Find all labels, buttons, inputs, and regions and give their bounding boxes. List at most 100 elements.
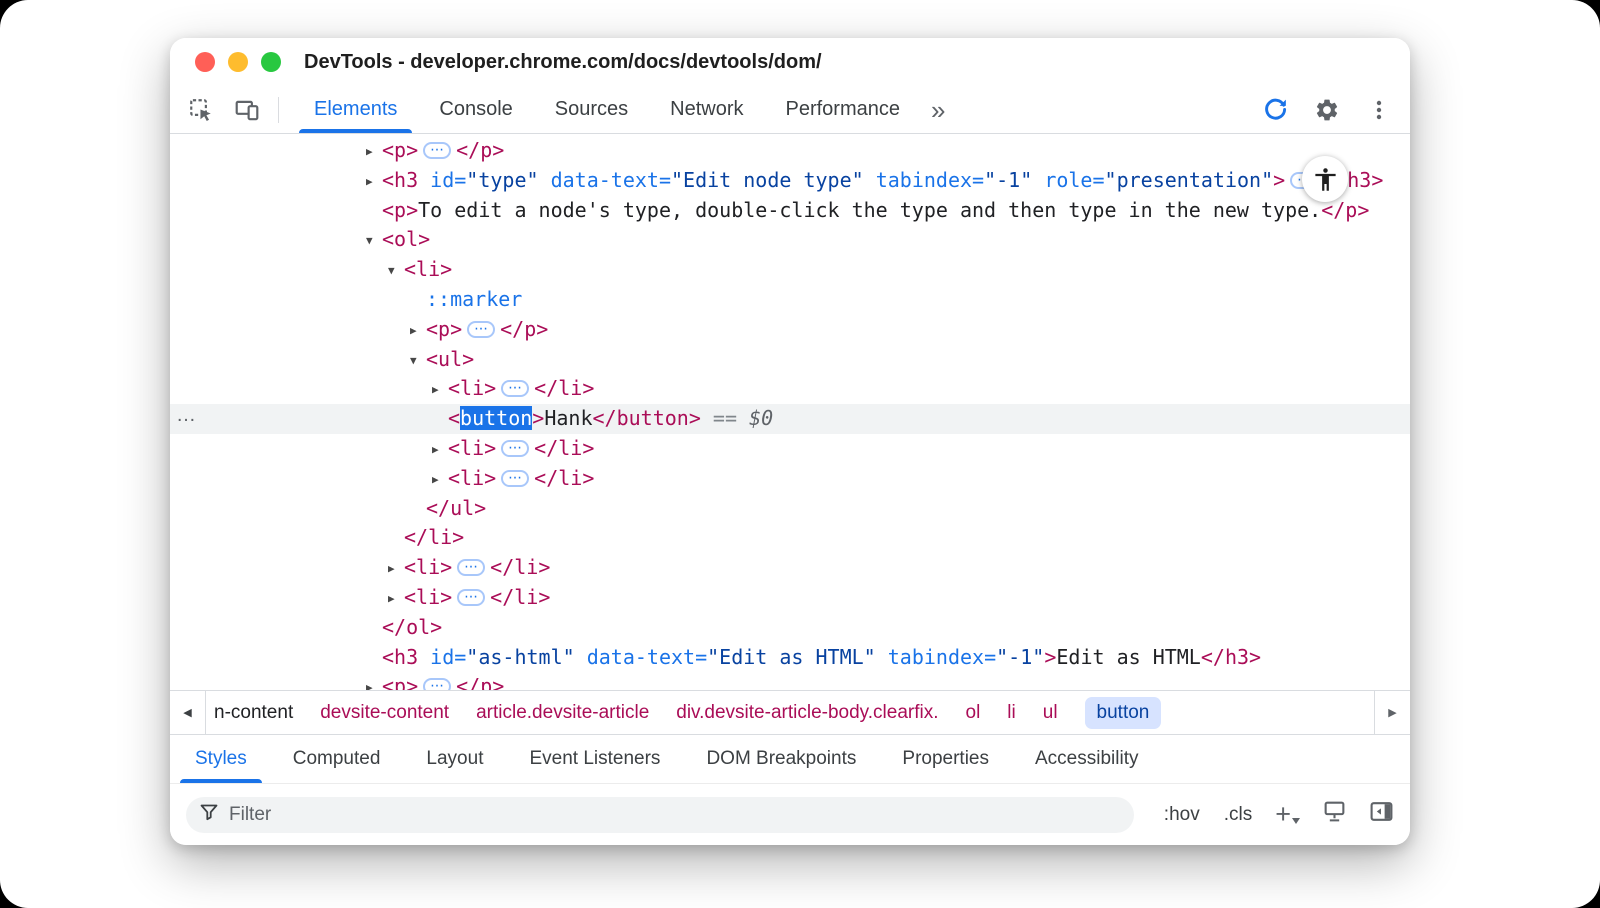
twisty-icon[interactable]: ▶ xyxy=(432,375,448,405)
dom-tree-row[interactable]: ▼<ol> xyxy=(170,225,1410,255)
code-token-tag: </p> xyxy=(500,317,548,341)
styles-filter-field[interactable] xyxy=(186,797,1134,833)
expand-ellipsis-button[interactable]: ⋯ xyxy=(501,380,529,397)
monitor-icon[interactable] xyxy=(1322,799,1347,830)
sidebar-tab-event-listeners[interactable]: Event Listeners xyxy=(506,735,683,783)
dom-tree-row[interactable]: ▼<ul> xyxy=(170,345,1410,375)
styles-sidebar-tabs: StylesComputedLayoutEvent ListenersDOM B… xyxy=(170,734,1410,784)
twisty-icon[interactable]: ▶ xyxy=(410,316,426,346)
expand-ellipsis-button[interactable]: ⋯ xyxy=(467,321,495,338)
tab-elements[interactable]: Elements xyxy=(293,86,418,133)
twisty-icon[interactable]: ▶ xyxy=(366,137,382,167)
tab-network[interactable]: Network xyxy=(649,86,764,133)
expand-ellipsis-button[interactable]: ⋯ xyxy=(457,589,485,606)
gear-icon[interactable] xyxy=(1312,95,1342,125)
breadcrumb: n-content devsite-content article.devsite-… xyxy=(206,691,1374,734)
twisty-icon[interactable]: ▼ xyxy=(388,256,404,286)
breadcrumb-item-ul[interactable]: ul xyxy=(1043,702,1058,724)
code-token-attr: tabindex= xyxy=(888,645,996,669)
code-token-dollar: $0 xyxy=(749,406,773,430)
dom-tree-row[interactable]: ▼<li> xyxy=(170,255,1410,285)
expand-ellipsis-button[interactable]: ⋯ xyxy=(501,440,529,457)
code-token-tag: <h3 xyxy=(382,645,418,669)
dom-tree-row[interactable]: ▶<h3 id="type" data-text="Edit node type… xyxy=(170,166,1410,196)
dom-tree-row[interactable]: </ul> xyxy=(170,494,1410,524)
breadcrumb-item-article-devsite-article[interactable]: article.devsite-article xyxy=(476,702,649,724)
new-style-rule-button[interactable]: + xyxy=(1275,801,1300,828)
code-token-tag: <li> xyxy=(404,257,452,281)
code-token-tag: <p> xyxy=(426,317,462,341)
tab-sources[interactable]: Sources xyxy=(534,86,649,133)
code-token-tag: <li> xyxy=(448,436,496,460)
code-token-text xyxy=(418,645,430,669)
breadcrumb-item-li[interactable]: li xyxy=(1007,702,1015,724)
twisty-icon[interactable]: ▶ xyxy=(388,584,404,614)
sidebar-tab-styles[interactable]: Styles xyxy=(172,735,270,783)
breadcrumb-item-ol[interactable]: ol xyxy=(966,702,981,724)
twisty-icon[interactable]: ▶ xyxy=(432,435,448,465)
dom-tree-row[interactable]: ▶<li>⋯</li> xyxy=(170,374,1410,404)
expand-ellipsis-button[interactable]: ⋯ xyxy=(423,142,451,159)
chevron-down-icon xyxy=(1292,818,1300,824)
sidebar-tab-dom-breakpoints[interactable]: DOM Breakpoints xyxy=(683,735,879,783)
sidebar-tab-computed[interactable]: Computed xyxy=(270,735,404,783)
tab-performance[interactable]: Performance xyxy=(765,86,922,133)
dom-tree-row-selected[interactable]: …<button>Hank</button> == $0 xyxy=(170,404,1410,434)
expand-ellipsis-button[interactable]: ⋯ xyxy=(423,678,451,690)
dom-tree-row[interactable]: ▶<p>⋯</p> xyxy=(170,136,1410,166)
close-window-button[interactable] xyxy=(195,52,215,72)
dom-tree-row[interactable]: ▶<li>⋯</li> xyxy=(170,464,1410,494)
breadcrumb-scroll-right-icon[interactable]: ▶ xyxy=(1374,691,1410,734)
row-overflow-dots[interactable]: … xyxy=(176,401,196,431)
code-token-val: "type" xyxy=(466,168,538,192)
code-token-text xyxy=(539,168,551,192)
dom-tree-row[interactable]: ▶<li>⋯</li> xyxy=(170,553,1410,583)
pseudo-state-toggle[interactable]: :hov xyxy=(1163,802,1201,828)
twisty-icon[interactable]: ▶ xyxy=(432,465,448,495)
code-token-gray: == xyxy=(701,406,749,430)
dom-tree-row[interactable]: ▶<p> ⋯ </p> xyxy=(170,315,1410,345)
twisty-icon[interactable]: ▶ xyxy=(388,554,404,584)
sidebar-tab-accessibility[interactable]: Accessibility xyxy=(1012,735,1161,783)
inspect-element-icon[interactable] xyxy=(186,95,216,125)
sidebar-tab-layout[interactable]: Layout xyxy=(403,735,506,783)
code-token-text: Hank xyxy=(544,406,592,430)
dom-tree-row[interactable]: </ol> xyxy=(170,613,1410,643)
expand-ellipsis-button[interactable]: ⋯ xyxy=(501,470,529,487)
plus-icon: + xyxy=(1275,801,1291,828)
twisty-icon[interactable]: ▼ xyxy=(366,226,382,256)
twisty-icon[interactable]: ▶ xyxy=(366,673,382,690)
minimize-window-button[interactable] xyxy=(228,52,248,72)
code-token-tag: > xyxy=(532,406,544,430)
breadcrumb-item-button[interactable]: button xyxy=(1085,697,1162,729)
dom-tree-row[interactable]: ▶<p>⋯</p> xyxy=(170,672,1410,690)
refresh-icon[interactable] xyxy=(1260,95,1290,125)
dom-tree-row[interactable]: ▶<li>⋯</li> xyxy=(170,583,1410,613)
breadcrumb-item-n-content[interactable]: n-content xyxy=(214,702,293,724)
breadcrumb-scroll-left-icon[interactable]: ◀ xyxy=(170,691,206,734)
dom-tree: ▶<p>⋯</p>▶<h3 id="type" data-text="Edit … xyxy=(170,134,1410,690)
zoom-window-button[interactable] xyxy=(261,52,281,72)
breadcrumb-item-devsite-content[interactable]: devsite-content xyxy=(320,702,449,724)
toggle-sidebar-icon[interactable] xyxy=(1369,799,1394,830)
element-classes-toggle[interactable]: .cls xyxy=(1223,802,1254,828)
twisty-icon[interactable]: ▶ xyxy=(366,167,382,197)
twisty-icon[interactable]: ▼ xyxy=(410,346,426,376)
filter-funnel-icon xyxy=(199,802,219,827)
kebab-menu-icon[interactable] xyxy=(1364,95,1394,125)
dom-tree-row[interactable]: <h3 id="as-html" data-text="Edit as HTML… xyxy=(170,643,1410,673)
code-token-tag: <ul> xyxy=(426,347,474,371)
styles-filter-input[interactable] xyxy=(229,804,1049,826)
code-token-val: "presentation" xyxy=(1105,168,1274,192)
expand-ellipsis-button[interactable]: ⋯ xyxy=(457,559,485,576)
dom-tree-row[interactable]: <p>To edit a node's type, double-click t… xyxy=(170,196,1410,226)
sidebar-tab-properties[interactable]: Properties xyxy=(879,735,1012,783)
tab-console[interactable]: Console xyxy=(418,86,533,133)
dom-tree-row[interactable]: ▶<li>⋯</li> xyxy=(170,434,1410,464)
breadcrumb-item-div-devsite-article-body-clearfix[interactable]: div.devsite-article-body.clearfix. xyxy=(676,702,938,724)
dom-tree-row[interactable]: </li> xyxy=(170,523,1410,553)
styles-filter-bar: :hov .cls + xyxy=(170,784,1410,845)
dom-tree-row[interactable]: ::marker xyxy=(170,285,1410,315)
device-toolbar-icon[interactable] xyxy=(232,95,262,125)
more-tabs-icon[interactable]: » xyxy=(931,97,945,123)
